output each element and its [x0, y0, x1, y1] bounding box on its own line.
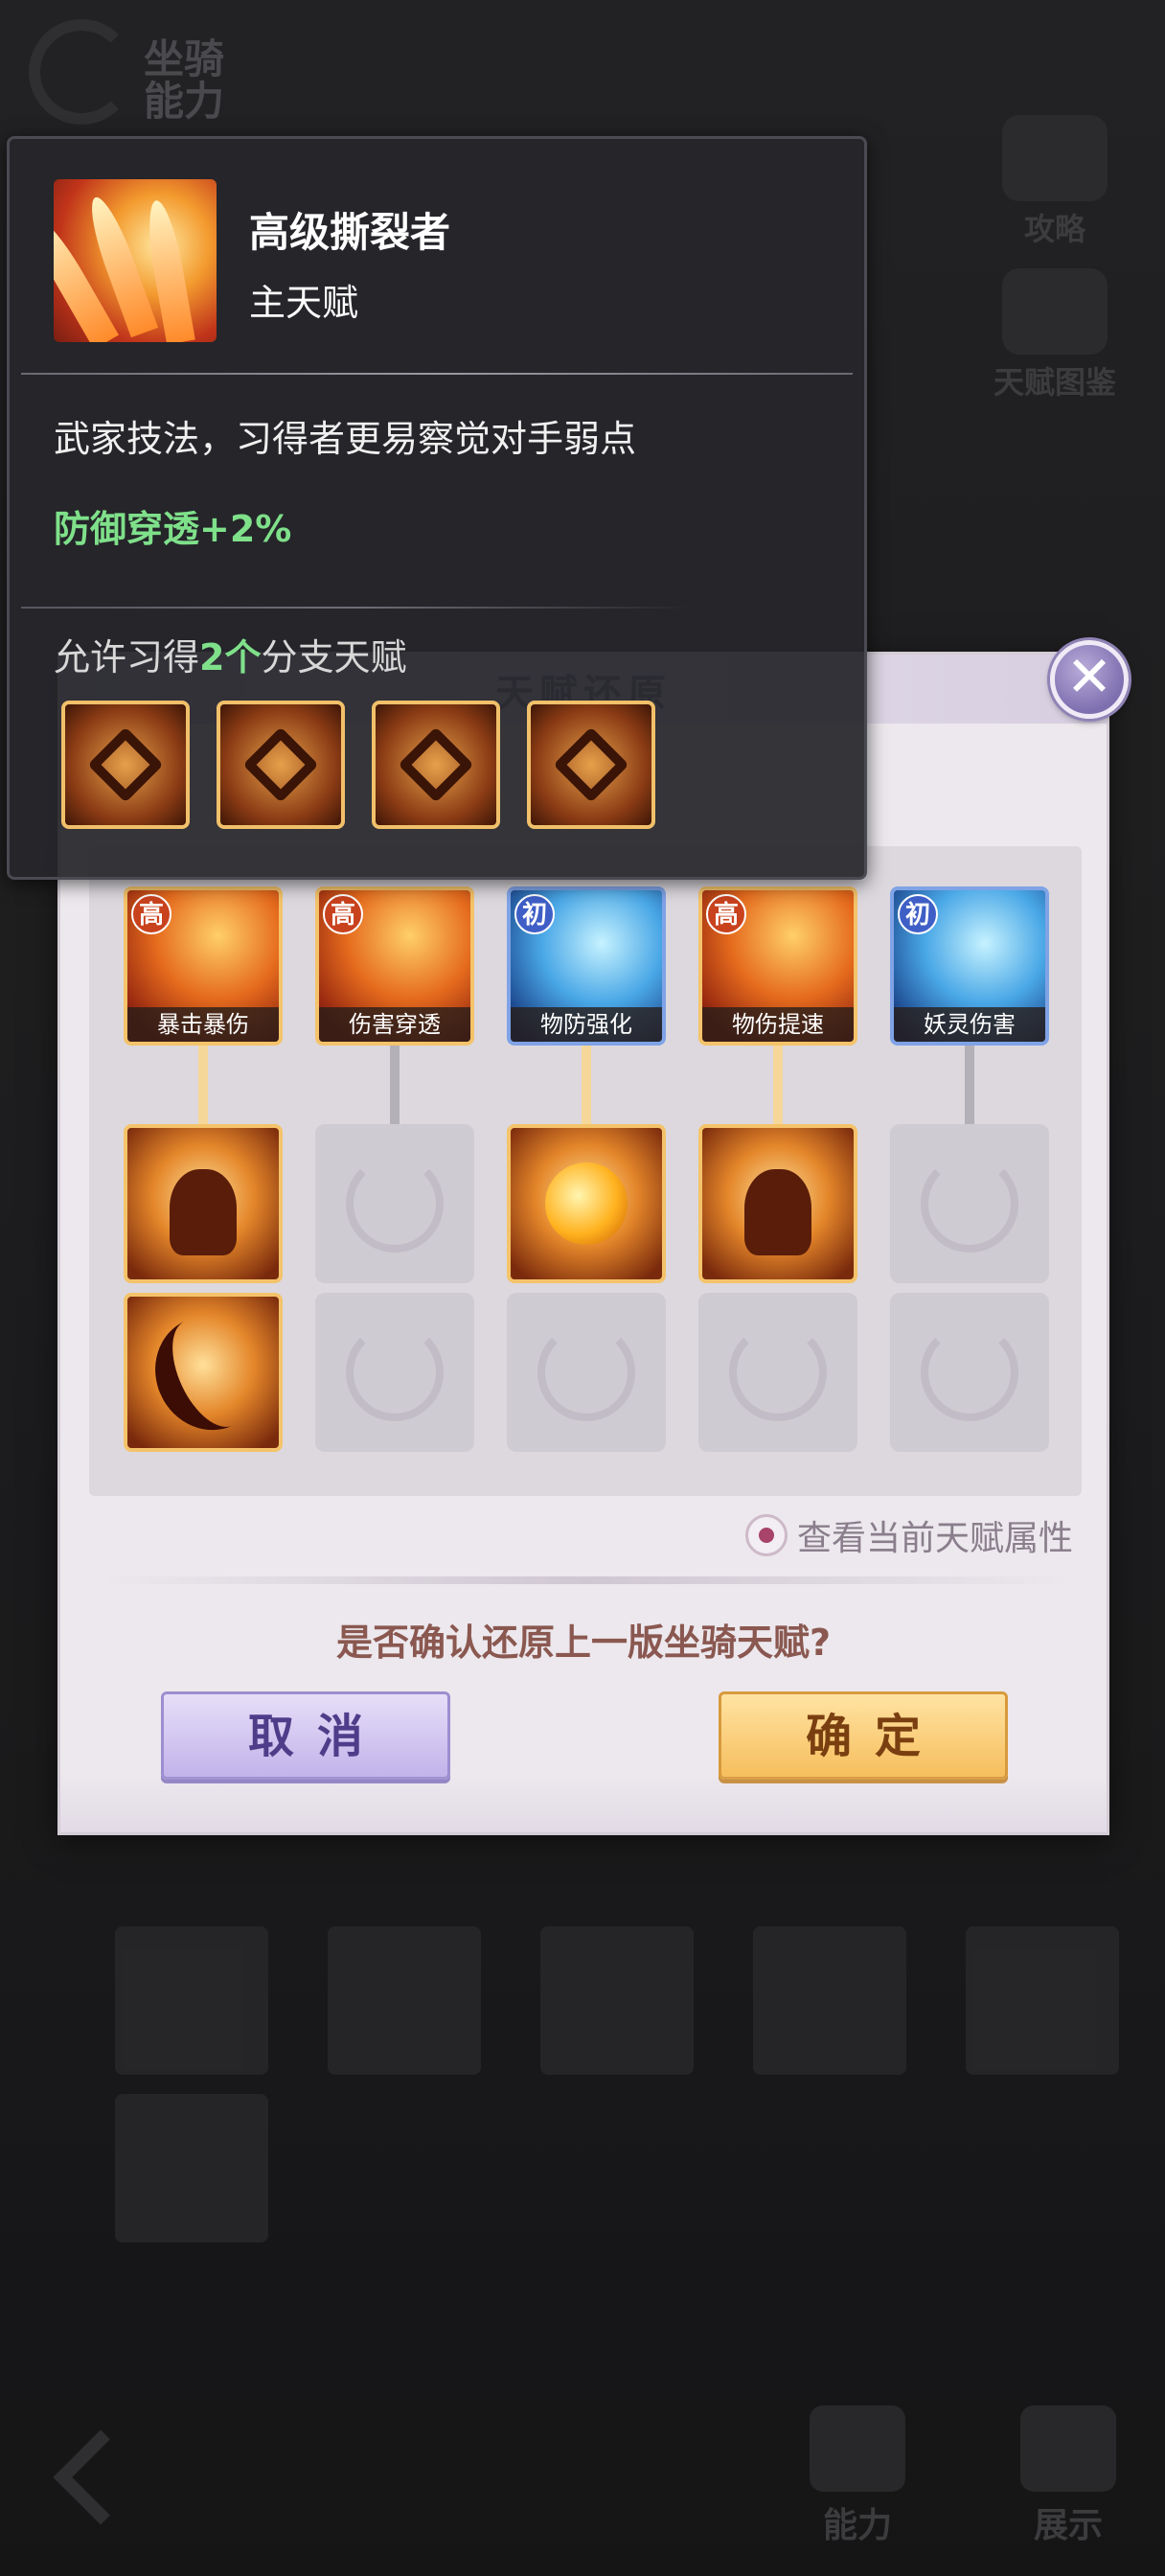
talent-stat: 防御穿透+2%: [54, 508, 292, 550]
tier-badge: 高: [131, 894, 171, 934]
view-attributes-label: 查看当前天赋属性: [797, 1519, 1074, 1558]
eye-icon: [745, 1514, 788, 1556]
empty-slot-icon: [921, 1155, 1018, 1253]
branch-allowance: 允许习得2个分支天赋: [54, 628, 406, 680]
tooltip-divider: [21, 607, 692, 609]
talent-tooltip: 高级撕裂者 主天赋 武家技法，习得者更易察觉对手弱点 防御穿透+2% 允许习得2…: [7, 136, 867, 880]
talent-phys-defense[interactable]: 初 物防强化: [507, 886, 666, 1046]
link-line: [582, 1046, 591, 1124]
tier-badge: 初: [514, 894, 555, 934]
branch-prefix: 允许习得: [54, 636, 200, 678]
tooltip-divider: [21, 373, 853, 375]
tier-badge: 高: [706, 894, 746, 934]
link-line: [198, 1046, 208, 1124]
branch-talent-blade-icon[interactable]: [124, 1293, 283, 1452]
branch-talent-orb-icon[interactable]: [507, 1124, 666, 1283]
empty-slot-icon: [346, 1323, 444, 1421]
branch-suffix: 分支天赋: [261, 636, 407, 678]
talent-spirit-damage[interactable]: 初 妖灵伤害: [890, 886, 1049, 1046]
branch-flame-icon[interactable]: [372, 701, 500, 829]
talent-crit[interactable]: 高 暴击暴伤: [124, 886, 283, 1046]
divider: [99, 1576, 1074, 1584]
branch-talent-list: [61, 701, 655, 829]
confirm-button[interactable]: 确定: [719, 1691, 1008, 1780]
branch-dash-icon[interactable]: [217, 701, 345, 829]
talent-type: 主天赋: [249, 282, 359, 324]
empty-slot: [315, 1124, 474, 1283]
confirm-question: 是否确认还原上一版坐骑天赋?: [335, 1622, 832, 1664]
branch-sword-icon[interactable]: [61, 701, 190, 829]
talent-label: 暴击暴伤: [127, 1007, 279, 1042]
cancel-button[interactable]: 取消: [161, 1691, 450, 1780]
talent-name: 高级撕裂者: [249, 209, 451, 256]
empty-slot: [507, 1293, 666, 1452]
close-button[interactable]: ✕: [1050, 640, 1129, 719]
dialog-footer-decoration: [60, 1775, 1107, 1832]
branch-talent-rage-icon[interactable]: [124, 1124, 283, 1283]
empty-slot-icon: [921, 1323, 1018, 1421]
branch-talent-beast-icon[interactable]: [698, 1124, 857, 1283]
page-title: 坐骑 能力: [144, 35, 225, 126]
empty-slot-icon: [729, 1323, 827, 1421]
empty-slot-icon: [346, 1155, 444, 1253]
empty-slot: [890, 1293, 1049, 1452]
link-line: [773, 1046, 783, 1124]
empty-slot-icon: [537, 1323, 635, 1421]
talent-label: 伤害穿透: [319, 1007, 470, 1042]
view-attributes-link[interactable]: 查看当前天赋属性: [745, 1510, 1073, 1560]
tier-badge: 高: [323, 894, 363, 934]
empty-slot: [890, 1124, 1049, 1283]
empty-slot: [315, 1293, 474, 1452]
link-line: [965, 1046, 974, 1124]
branch-count: 2个: [199, 636, 262, 678]
tier-badge: 初: [898, 894, 938, 934]
talent-phys-speed[interactable]: 高 物伤提速: [698, 886, 857, 1046]
talent-tree-panel: 高 暴击暴伤 高 伤害穿透 初 物防强化 高 物伤提速 初 妖灵伤害: [89, 846, 1082, 1496]
tearer-talent-icon: [54, 179, 217, 342]
branch-hammer-icon[interactable]: [527, 701, 655, 829]
talent-label: 物防强化: [511, 1007, 662, 1042]
talent-description: 武家技法，习得者更易察觉对手弱点: [54, 418, 637, 460]
talent-label: 妖灵伤害: [894, 1007, 1045, 1042]
empty-slot: [698, 1293, 857, 1452]
talent-penetration[interactable]: 高 伤害穿透: [315, 886, 474, 1046]
link-line: [390, 1046, 400, 1124]
talent-label: 物伤提速: [702, 1007, 854, 1042]
